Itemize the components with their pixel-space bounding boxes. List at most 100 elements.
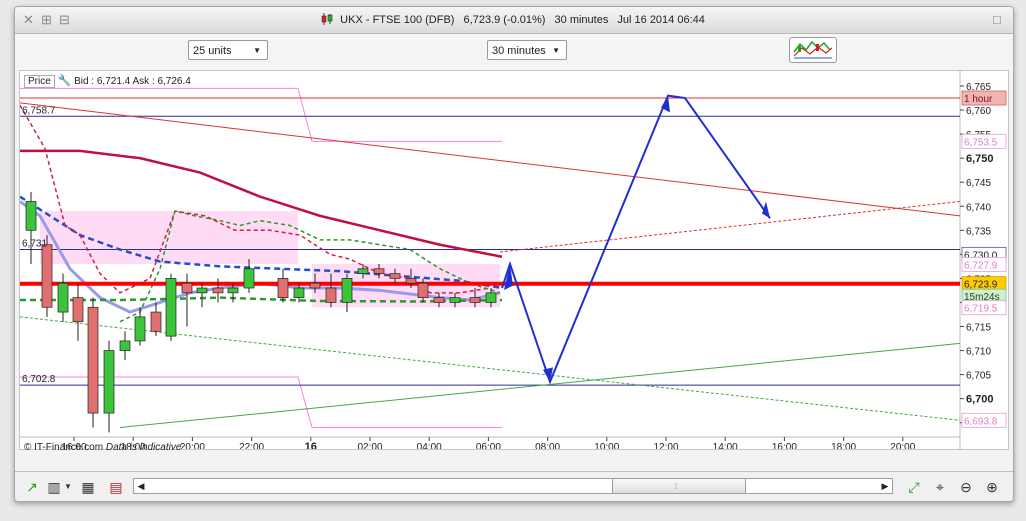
candle-down [277,278,289,298]
chart-type-icon[interactable]: ↗ [23,478,41,496]
maximize-icon[interactable]: □ [993,13,1001,26]
horizontal-scrollbar[interactable]: ◀ ⁞ ▶ [133,478,893,494]
green-dashed-trend-line [20,316,961,421]
candle-up [196,287,208,294]
candle-down [433,297,445,303]
time-axis-label: 16:00 [772,442,797,449]
candle-up [119,340,131,351]
price-tag-label: 6,719.5 [964,304,998,315]
wrench-icon[interactable]: 🔧 [58,75,72,87]
candle-up [341,278,353,303]
drawing-tools-button[interactable] [789,37,837,63]
time-axis-label: 04:00 [417,442,442,449]
copyright: © IT-Finance.com Data is indicative [24,442,181,453]
candle-up [57,282,69,313]
candle-up [449,297,461,303]
time-axis-label: 18:00 [831,442,856,449]
indicators-icon[interactable]: ▤ [107,478,125,496]
time-axis-label: 06:00 [476,442,501,449]
title-interval: 30 minutes [554,14,609,26]
time-axis-label: 22:00 [239,442,264,449]
chevron-down-icon: ▼ [253,46,261,55]
level-label: 6,758.7 [22,105,56,116]
candle-down [181,282,193,294]
candle-down [405,278,417,284]
scroll-right-icon[interactable]: ▶ [878,479,892,493]
candle-up [357,268,369,274]
projection-path [501,94,771,385]
units-select[interactable]: 25 units ▼ [188,40,268,60]
candle-down [469,297,481,303]
copyright-text: © IT-Finance.com [24,442,104,453]
units-select-value: 25 units [193,45,232,57]
title-price: 6,723.9 (-0.01%) [463,14,546,26]
status-bar: ↗ ▥ ▼ ▦ ▤ ◀ ⁞ ▶ ⤢ ⌖ ⊖ ⊕ [15,471,1013,501]
price-chart[interactable]: 6,7656,7606,7556,7506,7456,7406,7356,730… [20,71,1008,449]
time-axis-label: 16 [305,441,317,449]
time-axis-label: 10:00 [594,442,619,449]
price-tag-label: 6,727.9 [964,260,998,271]
zoom-out-icon[interactable]: ⊖ [957,478,975,496]
disclaimer-text: Data is indicative [105,442,182,453]
candle-up [103,350,115,414]
scroll-thumb[interactable]: ⁞ [612,479,746,493]
candlestick-logo-icon [321,13,333,25]
candle-up [485,292,497,303]
price-tag-label: 6,753.5 [964,137,998,148]
interval-select[interactable]: 30 minutes ▼ [487,40,567,60]
bid-ask-text: Bid : 6,721.4 Ask : 6,726.4 [74,76,191,87]
red-trend-line [20,102,961,217]
candle-up [165,278,177,337]
time-axis-label: 20:00 [890,442,915,449]
level-label: 6,731 [22,239,47,250]
title-date: Jul 16 2014 06:44 [617,14,705,26]
price-axis-label: 6,745 [966,178,991,189]
time-axis-label: 20:00 [180,442,205,449]
scroll-left-icon[interactable]: ◀ [134,479,148,493]
grip-icon: ⁞ [675,482,678,491]
time-axis-label: 02:00 [357,442,382,449]
red-trend-extension [499,200,961,253]
candle-down [72,297,84,323]
chart-window: ✕ ⊞ ⊟ UKX - FTSE 100 (DFB) 6,723.9 (-0.0… [14,6,1014,502]
interval-select-value: 30 minutes [492,45,546,57]
chevron-down-icon: ▼ [552,46,560,55]
candle-up [134,316,146,342]
candle-up [293,287,305,298]
autoscale-icon[interactable]: ⤢ [905,478,923,496]
candle-down [87,306,99,414]
drawing-tools-icon [793,40,833,59]
price-axis-label: 6,705 [966,371,991,382]
candle-down [150,311,162,332]
candle-down [417,282,429,298]
price-tag-label: 1 hour [964,94,993,105]
candle-down [41,244,53,308]
candle-down [373,268,385,274]
candle-down [309,282,321,289]
candle-up [25,201,37,231]
candle-up [227,287,239,294]
projection-arrowhead [762,201,770,219]
time-axis-label: 12:00 [653,442,678,449]
candle-down [325,287,337,303]
title-symbol: UKX - FTSE 100 (DFB) [340,14,455,26]
envelope-band [40,211,298,264]
chevron-down-icon[interactable]: ▼ [59,478,77,496]
zoom-in-icon[interactable]: ⊕ [983,478,1001,496]
price-axis-label: 6,760 [966,106,991,117]
zoom-fit-icon[interactable]: ⌖ [931,478,949,496]
price-axis-label: 6,710 [966,347,991,358]
chart-area[interactable]: 6,7656,7606,7556,7506,7456,7406,7356,730… [19,70,1009,453]
candle-up [243,268,255,289]
level-label: 6,702.8 [22,374,56,385]
toolbar: 25 units ▼ 30 minutes ▼ [15,34,1013,70]
price-axis-label: 6,735 [966,226,991,237]
envelope-upper-line [20,87,502,142]
calculator-icon[interactable]: ▦ [79,478,97,496]
time-axis-label: 08:00 [535,442,560,449]
price-info: Price 🔧 Bid : 6,721.4 Ask : 6,726.4 [24,74,191,88]
price-axis-label: 6,750 [966,153,994,165]
time-axis-label: 14:00 [713,442,738,449]
window-title: UKX - FTSE 100 (DFB) 6,723.9 (-0.01%) 30… [15,13,1013,26]
price-label[interactable]: Price [24,75,55,88]
